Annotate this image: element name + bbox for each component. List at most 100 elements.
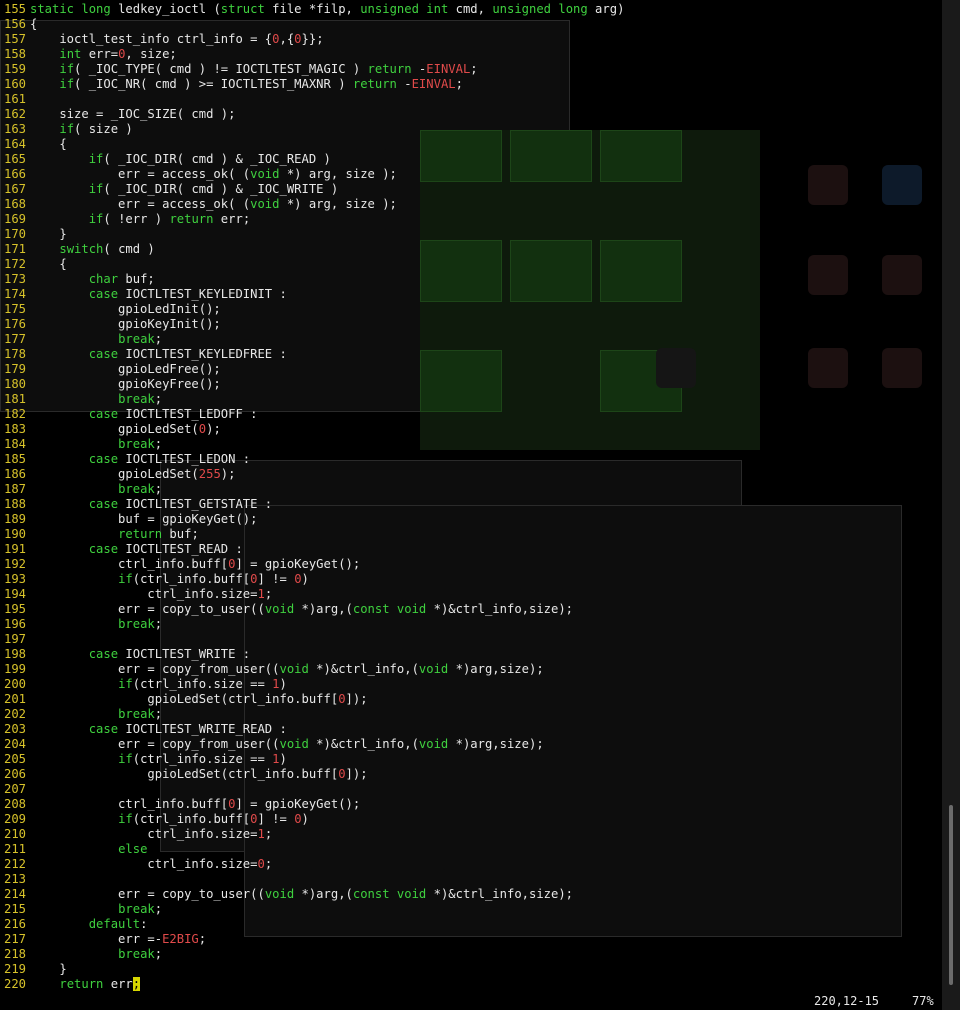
code-line[interactable]: 190 return buf;: [0, 527, 942, 542]
code-line[interactable]: 155 static long ledkey_ioctl (struct file…: [0, 2, 942, 17]
code-line[interactable]: 171 switch( cmd ): [0, 242, 942, 257]
code-line[interactable]: 206 gpioLedSet(ctrl_info.buff[0]);: [0, 767, 942, 782]
code-line[interactable]: 213: [0, 872, 942, 887]
code-line[interactable]: 199 err = copy_from_user((void *)&ctrl_i…: [0, 662, 942, 677]
code-line[interactable]: 197: [0, 632, 942, 647]
code-line[interactable]: 205 if(ctrl_info.size == 1): [0, 752, 942, 767]
code-line[interactable]: 218 break;: [0, 947, 942, 962]
code-text: case IOCTLTEST_LEDON :: [88, 452, 251, 466]
code-line[interactable]: 220 return err;: [0, 977, 942, 992]
code-line[interactable]: 174 case IOCTLTEST_KEYLEDINIT :: [0, 287, 942, 302]
code-line[interactable]: 209 if(ctrl_info.buff[0] != 0): [0, 812, 942, 827]
text-cursor: ;: [132, 977, 141, 991]
code-line[interactable]: 175 gpioLedInit();: [0, 302, 942, 317]
line-number: 170: [3, 227, 26, 241]
code-line[interactable]: 207: [0, 782, 942, 797]
code-text: err = copy_to_user((void *)arg,(const vo…: [30, 602, 574, 616]
code-line[interactable]: 184 break;: [0, 437, 942, 452]
code-line[interactable]: 200 if(ctrl_info.size == 1): [0, 677, 942, 692]
code-line[interactable]: 156 {: [0, 17, 942, 32]
code-line[interactable]: 187 break;: [0, 482, 942, 497]
code-line[interactable]: 169 if( !err ) return err;: [0, 212, 942, 227]
code-line[interactable]: 164 {: [0, 137, 942, 152]
code-line[interactable]: 193 if(ctrl_info.buff[0] != 0): [0, 572, 942, 587]
line-number: 202: [3, 707, 26, 721]
cursor-position: 220,12-15: [814, 994, 880, 1008]
code-line[interactable]: 202 break;: [0, 707, 942, 722]
code-line[interactable]: 194 ctrl_info.size=1;: [0, 587, 942, 602]
code-line[interactable]: 195 err = copy_to_user((void *)arg,(cons…: [0, 602, 942, 617]
line-number: 215: [3, 902, 26, 916]
code-line[interactable]: 160 if( _IOC_NR( cmd ) >= IOCTLTEST_MAXN…: [0, 77, 942, 92]
code-text: if( _IOC_TYPE( cmd ) != IOCTLTEST_MAGIC …: [59, 62, 478, 76]
code-line[interactable]: 208 ctrl_info.buff[0] = gpioKeyGet();: [0, 797, 942, 812]
code-line[interactable]: 189 buf = gpioKeyGet();: [0, 512, 942, 527]
code-line[interactable]: 188 case IOCTLTEST_GETSTATE :: [0, 497, 942, 512]
code-text: if( size ): [59, 122, 133, 136]
code-line[interactable]: 203 case IOCTLTEST_WRITE_READ :: [0, 722, 942, 737]
scrollbar-thumb[interactable]: [949, 805, 953, 985]
code-line[interactable]: 157 ioctl_test_info ctrl_info = {0,{0}};: [0, 32, 942, 47]
code-text: case IOCTLTEST_GETSTATE :: [88, 497, 273, 511]
code-line[interactable]: 173 char buf;: [0, 272, 942, 287]
code-line[interactable]: 210 ctrl_info.size=1;: [0, 827, 942, 842]
code-text: if( !err ) return err;: [88, 212, 251, 226]
code-line[interactable]: 183 gpioLedSet(0);: [0, 422, 942, 437]
line-number: 200: [3, 677, 26, 691]
code-line[interactable]: 162 size = _IOC_SIZE( cmd );: [0, 107, 942, 122]
code-line[interactable]: 196 break;: [0, 617, 942, 632]
code-line[interactable]: 204 err = copy_from_user((void *)&ctrl_i…: [0, 737, 942, 752]
code-line[interactable]: 212 ctrl_info.size=0;: [0, 857, 942, 872]
code-line[interactable]: 168 err = access_ok( (void *) arg, size …: [0, 197, 942, 212]
code-line[interactable]: 186 gpioLedSet(255);: [0, 467, 942, 482]
line-number: 158: [3, 47, 26, 61]
code-line[interactable]: 216 default:: [0, 917, 942, 932]
code-line[interactable]: 172 {: [0, 257, 942, 272]
vim-editor[interactable]: 155 static long ledkey_ioctl (struct file…: [0, 2, 942, 992]
code-line[interactable]: 217 err =-E2BIG;: [0, 932, 942, 947]
line-number: 207: [3, 782, 26, 796]
code-text: break;: [118, 902, 163, 916]
line-number: 216: [3, 917, 26, 931]
code-line[interactable]: 198 case IOCTLTEST_WRITE :: [0, 647, 942, 662]
code-line[interactable]: 166 err = access_ok( (void *) arg, size …: [0, 167, 942, 182]
code-line[interactable]: 192 ctrl_info.buff[0] = gpioKeyGet();: [0, 557, 942, 572]
code-line[interactable]: 179 gpioLedFree();: [0, 362, 942, 377]
code-text: break;: [118, 947, 163, 961]
code-line[interactable]: 182 case IOCTLTEST_LEDOFF :: [0, 407, 942, 422]
code-line[interactable]: 161: [0, 92, 942, 107]
code-line[interactable]: 159 if( _IOC_TYPE( cmd ) != IOCTLTEST_MA…: [0, 62, 942, 77]
code-line[interactable]: 191 case IOCTLTEST_READ :: [0, 542, 942, 557]
line-number: 189: [3, 512, 26, 526]
line-number: 212: [3, 857, 26, 871]
code-line[interactable]: 180 gpioKeyFree();: [0, 377, 942, 392]
code-line[interactable]: 214 err = copy_to_user((void *)arg,(cons…: [0, 887, 942, 902]
code-line[interactable]: 201 gpioLedSet(ctrl_info.buff[0]);: [0, 692, 942, 707]
code-line[interactable]: 158 int err=0, size;: [0, 47, 942, 62]
code-line[interactable]: 163 if( size ): [0, 122, 942, 137]
line-number: 218: [3, 947, 26, 961]
line-number: 185: [3, 452, 26, 466]
line-number: 208: [3, 797, 26, 811]
line-number: 209: [3, 812, 26, 826]
line-number: 213: [3, 872, 26, 886]
code-line[interactable]: 181 break;: [0, 392, 942, 407]
code-text: if(ctrl_info.buff[0] != 0): [118, 572, 309, 586]
code-text: if(ctrl_info.buff[0] != 0): [118, 812, 309, 826]
code-line[interactable]: 165 if( _IOC_DIR( cmd ) & _IOC_READ ): [0, 152, 942, 167]
code-line[interactable]: 167 if( _IOC_DIR( cmd ) & _IOC_WRITE ): [0, 182, 942, 197]
code-text: gpioKeyFree();: [30, 377, 221, 391]
code-line[interactable]: 177 break;: [0, 332, 942, 347]
code-line[interactable]: 170 }: [0, 227, 942, 242]
code-line[interactable]: 211 else: [0, 842, 942, 857]
code-line[interactable]: 176 gpioKeyInit();: [0, 317, 942, 332]
code-text: err =-E2BIG;: [30, 932, 207, 946]
code-text: }: [30, 962, 67, 976]
scrollbar[interactable]: [942, 0, 960, 1010]
code-line[interactable]: 219 }: [0, 962, 942, 977]
code-line[interactable]: 185 case IOCTLTEST_LEDON :: [0, 452, 942, 467]
code-line[interactable]: 178 case IOCTLTEST_KEYLEDFREE :: [0, 347, 942, 362]
line-number: 196: [3, 617, 26, 631]
code-line[interactable]: 215 break;: [0, 902, 942, 917]
code-text: gpioLedInit();: [30, 302, 221, 316]
